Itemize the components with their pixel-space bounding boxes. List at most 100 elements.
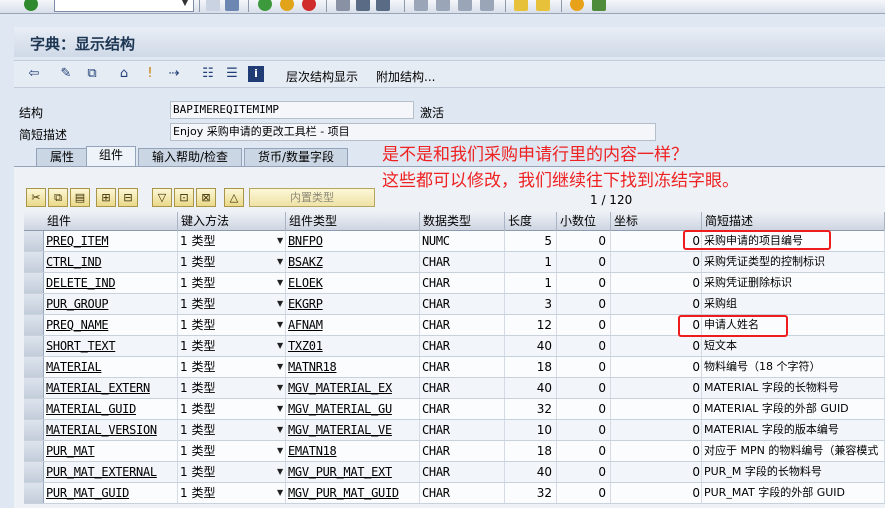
cell-component[interactable]: PUR_MAT_EXTERNAL: [45, 462, 178, 482]
header-coordinate[interactable]: 坐标: [611, 212, 702, 231]
cell-component[interactable]: PUR_MAT: [45, 441, 178, 461]
cell-component[interactable]: MATERIAL_EXTERN: [45, 378, 178, 398]
row-selector[interactable]: [24, 483, 44, 503]
table-row[interactable]: MATERIAL 1 类型 ▼ MATNR18 CHAR 18 0 0 物料编号（18 个字符）: [24, 357, 885, 378]
cell-typing-method[interactable]: 1 类型 ▼: [179, 441, 286, 461]
cell-component[interactable]: CTRL_IND: [45, 252, 178, 272]
chevron-down-icon[interactable]: ▼: [277, 378, 283, 398]
cut-icon[interactable]: ✂: [26, 188, 46, 207]
chevron-down-icon[interactable]: ▼: [277, 357, 283, 377]
table-row[interactable]: MATERIAL_EXTERN 1 类型 ▼ MGV_MATERIAL_EX CHAR 4…: [24, 378, 885, 399]
display-change-icon[interactable]: ✎: [58, 66, 74, 82]
chevron-down-icon[interactable]: ▼: [277, 273, 283, 293]
search-help-icon[interactable]: ⊡: [174, 188, 194, 207]
cell-component[interactable]: DELETE_IND: [45, 273, 178, 293]
table-row[interactable]: PUR_GROUP 1 类型 ▼ EKGRP CHAR 3 0 0 采购组: [24, 294, 885, 315]
row-selector[interactable]: [24, 315, 44, 335]
hierarchy-display-button[interactable]: 层次结构显示: [286, 68, 358, 85]
table-row[interactable]: DELETE_IND 1 类型 ▼ ELOEK CHAR 1 0 0 采购凭证删除标识: [24, 273, 885, 294]
cell-component-type[interactable]: MGV_MATERIAL_GU: [287, 399, 420, 419]
find-next-icon[interactable]: [376, 0, 390, 11]
save-icon[interactable]: [225, 0, 239, 11]
cancel-icon[interactable]: [302, 0, 316, 11]
cell-component-type[interactable]: MGV_PUR_MAT_EXT: [287, 462, 420, 482]
up-arrow-icon[interactable]: △: [224, 188, 244, 207]
structure-field[interactable]: BAPIMEREQITEMIMP: [170, 101, 414, 119]
enter-icon[interactable]: [24, 0, 38, 11]
cell-component[interactable]: MATERIAL_GUID: [45, 399, 178, 419]
row-selector[interactable]: [24, 336, 44, 356]
paste-icon[interactable]: ▤: [70, 188, 90, 207]
insert-row-icon[interactable]: ⊞: [96, 188, 116, 207]
header-decimals[interactable]: 小数位: [557, 212, 611, 231]
object-list-icon[interactable]: ⇢: [166, 66, 182, 82]
cell-component-type[interactable]: ELOEK: [287, 273, 420, 293]
row-selector[interactable]: [24, 441, 44, 461]
cell-typing-method[interactable]: 1 类型 ▼: [179, 294, 286, 314]
row-selector[interactable]: [24, 252, 44, 272]
cell-component-type[interactable]: MGV_PUR_MAT_GUID: [287, 483, 420, 503]
cell-typing-method[interactable]: 1 类型 ▼: [179, 483, 286, 503]
tab-currency-fields[interactable]: 货币/数量字段: [244, 148, 348, 166]
cell-typing-method[interactable]: 1 类型 ▼: [179, 399, 286, 419]
cell-component-type[interactable]: EKGRP: [287, 294, 420, 314]
tab-components[interactable]: 组件: [86, 146, 136, 166]
cell-component[interactable]: PREQ_ITEM: [45, 231, 178, 251]
cell-component[interactable]: SHORT_TEXT: [45, 336, 178, 356]
cell-typing-method[interactable]: 1 类型 ▼: [179, 336, 286, 356]
chevron-down-icon[interactable]: ▼: [178, 0, 192, 10]
row-selector[interactable]: [24, 294, 44, 314]
cell-component-type[interactable]: EMATN18: [287, 441, 420, 461]
cell-typing-method[interactable]: 1 类型 ▼: [179, 378, 286, 398]
chevron-down-icon[interactable]: ▼: [277, 336, 283, 356]
header-data-type[interactable]: 数据类型: [420, 212, 505, 231]
cell-component[interactable]: PUR_MAT_GUID: [45, 483, 178, 503]
info-icon[interactable]: i: [248, 66, 264, 82]
cell-component-type[interactable]: MATNR18: [287, 357, 420, 377]
row-selector[interactable]: [24, 273, 44, 293]
cell-component[interactable]: MATERIAL: [45, 357, 178, 377]
back-arrow-icon[interactable]: [206, 0, 220, 11]
previous-page-icon[interactable]: [436, 0, 450, 11]
cell-component-type[interactable]: MGV_MATERIAL_EX: [287, 378, 420, 398]
chevron-down-icon[interactable]: ▼: [277, 441, 283, 461]
cell-component[interactable]: PUR_GROUP: [45, 294, 178, 314]
row-selector[interactable]: [24, 399, 44, 419]
chevron-down-icon[interactable]: ▼: [277, 483, 283, 503]
cell-typing-method[interactable]: 1 类型 ▼: [179, 462, 286, 482]
chevron-down-icon[interactable]: ▼: [277, 294, 283, 314]
table-row[interactable]: CTRL_IND 1 类型 ▼ BSAKZ CHAR 1 0 0 采购凭证类型的控制标识: [24, 252, 885, 273]
row-selector[interactable]: [24, 231, 44, 251]
back-icon[interactable]: [258, 0, 272, 11]
header-length[interactable]: 长度: [505, 212, 557, 231]
header-typing-method[interactable]: 键入方法: [178, 212, 286, 231]
help-icon[interactable]: [570, 0, 584, 11]
chevron-down-icon[interactable]: ▼: [277, 420, 283, 440]
row-selector[interactable]: [24, 357, 44, 377]
builtin-type-button[interactable]: 内置类型: [249, 188, 375, 207]
print-icon[interactable]: [336, 0, 350, 11]
description-field[interactable]: Enjoy 采购申请的更改工具栏 - 项目: [170, 123, 656, 141]
next-page-icon[interactable]: [458, 0, 472, 11]
cell-component-type[interactable]: TXZ01: [287, 336, 420, 356]
delete-row-icon[interactable]: ⊟: [118, 188, 138, 207]
cell-typing-method[interactable]: 1 类型 ▼: [179, 252, 286, 272]
table-row[interactable]: SHORT_TEXT 1 类型 ▼ TXZ01 CHAR 40 0 0 短文本: [24, 336, 885, 357]
cell-component-type[interactable]: AFNAM: [287, 315, 420, 335]
chevron-down-icon[interactable]: ▼: [277, 252, 283, 272]
cell-component-type[interactable]: BNFPO: [287, 231, 420, 251]
table-row[interactable]: PUR_MAT_EXTERNAL 1 类型 ▼ MGV_PUR_MAT_EXT CHAR…: [24, 462, 885, 483]
chevron-down-icon[interactable]: ▼: [277, 399, 283, 419]
cell-typing-method[interactable]: 1 类型 ▼: [179, 231, 286, 251]
back-arrow-icon[interactable]: ⇦: [26, 66, 42, 82]
technical-settings-icon[interactable]: ☰: [224, 66, 240, 82]
cell-typing-method[interactable]: 1 类型 ▼: [179, 420, 286, 440]
chevron-down-icon[interactable]: ▼: [277, 315, 283, 335]
new-session-icon[interactable]: [514, 0, 528, 11]
find-icon[interactable]: [356, 0, 370, 11]
exit-icon[interactable]: [280, 0, 294, 11]
layout-menu-icon[interactable]: [592, 0, 606, 11]
cell-typing-method[interactable]: 1 类型 ▼: [179, 315, 286, 335]
chevron-down-icon[interactable]: ▼: [277, 231, 283, 251]
table-row[interactable]: MATERIAL_GUID 1 类型 ▼ MGV_MATERIAL_GU CHAR 32 0…: [24, 399, 885, 420]
